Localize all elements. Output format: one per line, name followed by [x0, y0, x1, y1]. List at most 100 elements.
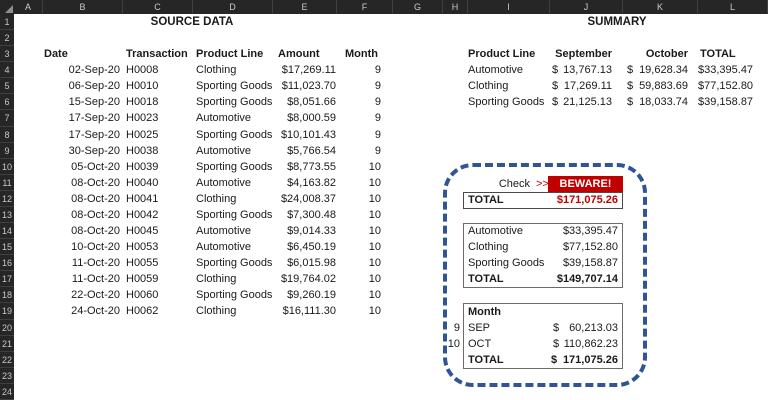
- beware-cell[interactable]: BEWARE!: [548, 176, 623, 192]
- cell-date[interactable]: 02-Sep-20: [44, 62, 120, 78]
- cell-month[interactable]: 10: [345, 207, 381, 223]
- cell-amount[interactable]: $11,023.70: [250, 78, 336, 94]
- summary-cell-product-line[interactable]: Sporting Goods: [468, 94, 550, 110]
- cell-amount[interactable]: $8,051.66: [250, 94, 336, 110]
- column-header-g[interactable]: G: [393, 0, 443, 14]
- row-header-13[interactable]: 13: [0, 207, 14, 223]
- month-box-label[interactable]: SEP: [468, 320, 528, 336]
- row-header-15[interactable]: 15: [0, 239, 14, 255]
- row-header-6[interactable]: 6: [0, 94, 14, 110]
- summary-cell-total[interactable]: $77,152.80: [698, 78, 753, 94]
- row-header-20[interactable]: 20: [0, 320, 14, 336]
- column-header-c[interactable]: C: [123, 0, 193, 14]
- cell-amount[interactable]: $17,269.11: [250, 62, 336, 78]
- month-box-total-label[interactable]: TOTAL: [468, 352, 528, 368]
- summary-cell-october[interactable]: $18,033.74: [627, 94, 688, 110]
- cell-transaction[interactable]: H0062: [126, 303, 190, 319]
- product-box-total-value[interactable]: $149,707.14: [480, 271, 618, 287]
- row-header-8[interactable]: 8: [0, 127, 14, 143]
- column-header-d[interactable]: D: [193, 0, 273, 14]
- month-box-label[interactable]: OCT: [468, 336, 528, 352]
- summary-cell-october[interactable]: $59,883.69: [627, 78, 688, 94]
- cell-amount[interactable]: $24,008.37: [250, 191, 336, 207]
- summary-header-october[interactable]: October: [627, 46, 688, 62]
- cell-date[interactable]: 10-Oct-20: [44, 239, 120, 255]
- month-box-value[interactable]: $110,862.23: [553, 336, 618, 352]
- row-header-24[interactable]: 24: [0, 384, 14, 400]
- cell-amount[interactable]: $10,101.43: [250, 127, 336, 143]
- cell-date[interactable]: 06-Sep-20: [44, 78, 120, 94]
- row-header-1[interactable]: 1: [0, 14, 14, 30]
- cell-date[interactable]: 22-Oct-20: [44, 287, 120, 303]
- cell-transaction[interactable]: H0025: [126, 127, 190, 143]
- summary-header-total[interactable]: TOTAL: [700, 46, 755, 62]
- summary-cell-product-line[interactable]: Automotive: [468, 62, 550, 78]
- cell-month[interactable]: 9: [345, 110, 381, 126]
- month-box-header[interactable]: Month: [468, 304, 528, 320]
- row-header-11[interactable]: 11: [0, 175, 14, 191]
- cell-amount[interactable]: $4,163.82: [250, 175, 336, 191]
- row-header-19[interactable]: 19: [0, 303, 14, 319]
- summary-header-september[interactable]: September: [552, 46, 612, 62]
- cell-date[interactable]: 08-Oct-20: [44, 175, 120, 191]
- cell-date[interactable]: 08-Oct-20: [44, 207, 120, 223]
- row-header-4[interactable]: 4: [0, 62, 14, 78]
- cell-transaction[interactable]: H0040: [126, 175, 190, 191]
- row-header-17[interactable]: 17: [0, 271, 14, 287]
- cell-amount[interactable]: $9,260.19: [250, 287, 336, 303]
- cell-amount[interactable]: $16,111.30: [250, 303, 336, 319]
- row-header-21[interactable]: 21: [0, 336, 14, 352]
- source-header-amount[interactable]: Amount: [278, 46, 338, 62]
- cell-transaction[interactable]: H0023: [126, 110, 190, 126]
- row-header-5[interactable]: 5: [0, 78, 14, 94]
- source-data-title[interactable]: SOURCE DATA: [92, 14, 292, 30]
- row-header-7[interactable]: 7: [0, 110, 14, 126]
- cell-month[interactable]: 10: [345, 239, 381, 255]
- cell-transaction[interactable]: H0045: [126, 223, 190, 239]
- row-header-14[interactable]: 14: [0, 223, 14, 239]
- row-header-2[interactable]: 2: [0, 30, 14, 46]
- cell-transaction[interactable]: H0060: [126, 287, 190, 303]
- cell-amount[interactable]: $5,766.54: [250, 143, 336, 159]
- column-header-i[interactable]: I: [468, 0, 550, 14]
- column-header-j[interactable]: J: [550, 0, 623, 14]
- cell-date[interactable]: 17-Sep-20: [44, 127, 120, 143]
- source-header-month[interactable]: Month: [345, 46, 381, 62]
- month-outside-number[interactable]: 9: [440, 320, 460, 336]
- check-label[interactable]: Check: [480, 176, 530, 192]
- row-header-23[interactable]: 23: [0, 368, 14, 384]
- product-box-value[interactable]: $77,152.80: [480, 239, 618, 255]
- row-header-3[interactable]: 3: [0, 46, 14, 62]
- cell-date[interactable]: 11-Oct-20: [44, 255, 120, 271]
- cell-amount[interactable]: $8,000.59: [250, 110, 336, 126]
- month-box-value[interactable]: $60,213.03: [553, 320, 618, 336]
- product-box-value[interactable]: $39,158.87: [480, 255, 618, 271]
- row-header-10[interactable]: 10: [0, 159, 14, 175]
- cell-month[interactable]: 10: [345, 287, 381, 303]
- cell-month[interactable]: 10: [345, 223, 381, 239]
- cell-amount[interactable]: $6,015.98: [250, 255, 336, 271]
- cell-month[interactable]: 9: [345, 143, 381, 159]
- summary-header-product-line[interactable]: Product Line: [468, 46, 548, 62]
- cell-month[interactable]: 10: [345, 303, 381, 319]
- summary-cell-september[interactable]: $17,269.11: [552, 78, 612, 94]
- cell-date[interactable]: 05-Oct-20: [44, 159, 120, 175]
- summary-cell-september[interactable]: $21,125.13: [552, 94, 612, 110]
- cell-amount[interactable]: $19,764.02: [250, 271, 336, 287]
- summary-cell-october[interactable]: $19,628.34: [627, 62, 688, 78]
- source-header-product-line[interactable]: Product Line: [196, 46, 276, 62]
- cell-amount[interactable]: $8,773.55: [250, 159, 336, 175]
- cell-date[interactable]: 11-Oct-20: [44, 271, 120, 287]
- summary-title[interactable]: SUMMARY: [517, 14, 717, 30]
- cell-month[interactable]: 9: [345, 78, 381, 94]
- cell-transaction[interactable]: H0039: [126, 159, 190, 175]
- cell-transaction[interactable]: H0008: [126, 62, 190, 78]
- row-header-18[interactable]: 18: [0, 287, 14, 303]
- grand-total-value[interactable]: $171,075.26: [480, 192, 618, 208]
- column-header-k[interactable]: K: [623, 0, 698, 14]
- row-header-12[interactable]: 12: [0, 191, 14, 207]
- column-header-e[interactable]: E: [273, 0, 337, 14]
- row-header-16[interactable]: 16: [0, 255, 14, 271]
- cell-month[interactable]: 10: [345, 159, 381, 175]
- summary-cell-total[interactable]: $39,158.87: [698, 94, 753, 110]
